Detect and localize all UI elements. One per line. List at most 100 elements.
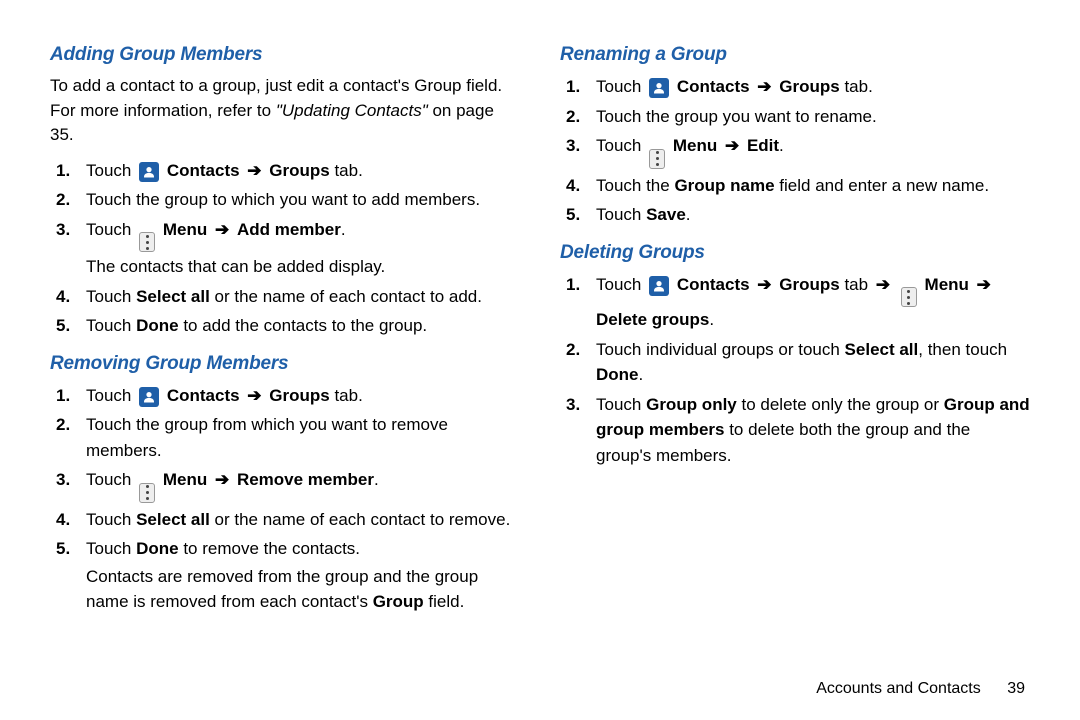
label-groups: Groups	[269, 386, 329, 405]
right-column: Renaming a Group Touch Contacts ➔ Groups…	[560, 40, 1030, 700]
text: Touch	[86, 316, 136, 335]
step: Touch Select all or the name of each con…	[50, 507, 520, 533]
label-menu: Menu	[163, 470, 207, 489]
label-menu: Menu	[673, 136, 717, 155]
text: Touch	[596, 205, 646, 224]
text: Touch	[86, 220, 136, 239]
text: Touch	[596, 77, 646, 96]
steps-adding: Touch Contacts ➔ Groups tab. Touch the g…	[50, 158, 520, 339]
text: Touch	[596, 395, 646, 414]
label-menu: Menu	[925, 275, 969, 294]
text: tab.	[330, 161, 363, 180]
label-contacts: Contacts	[677, 77, 750, 96]
intro-ref: "Updating Contacts"	[276, 101, 428, 120]
steps-removing: Touch Contacts ➔ Groups tab. Touch the g…	[50, 383, 520, 615]
arrow-icon: ➔	[754, 275, 774, 294]
step: Touch Contacts ➔ Groups tab ➔ Menu ➔ Del…	[560, 272, 1030, 333]
label-done: Done	[136, 539, 179, 558]
arrow-icon: ➔	[212, 470, 232, 489]
label-groups: Groups	[779, 77, 839, 96]
page-number: 39	[1007, 680, 1025, 698]
text: Touch	[86, 510, 136, 529]
contacts-icon	[139, 162, 159, 182]
substep: Contacts are removed from the group and …	[86, 564, 520, 615]
arrow-icon: ➔	[974, 275, 994, 294]
step: Touch Done to add the contacts to the gr…	[50, 313, 520, 339]
text: Touch	[86, 539, 136, 558]
step: Touch Menu ➔ Remove member.	[50, 467, 520, 503]
arrow-icon: ➔	[244, 161, 264, 180]
menu-icon	[649, 149, 665, 169]
step: Touch Done to remove the contacts. Conta…	[50, 536, 520, 615]
label-done: Done	[136, 316, 179, 335]
text: to delete only the group or	[737, 395, 944, 414]
text: .	[639, 365, 644, 384]
label-groups: Groups	[779, 275, 839, 294]
contacts-icon	[139, 387, 159, 407]
label-remove-member: Remove member	[237, 470, 374, 489]
step: Touch the group you want to rename.	[560, 104, 1030, 130]
menu-icon	[901, 287, 917, 307]
step: Touch individual groups or touch Select …	[560, 337, 1030, 388]
label-contacts: Contacts	[167, 161, 240, 180]
text: tab.	[840, 77, 873, 96]
arrow-icon: ➔	[754, 77, 774, 96]
intro-adding: To add a contact to a group, just edit a…	[50, 74, 520, 148]
step: Touch Save.	[560, 202, 1030, 228]
steps-renaming: Touch Contacts ➔ Groups tab. Touch the g…	[560, 74, 1030, 228]
text: tab.	[330, 386, 363, 405]
substep: The contacts that can be added display.	[86, 254, 520, 280]
step: Touch Contacts ➔ Groups tab.	[50, 383, 520, 409]
step: Touch the group to which you want to add…	[50, 187, 520, 213]
text: Touch	[596, 136, 646, 155]
page-footer: Accounts and Contacts 39	[816, 680, 1025, 698]
arrow-icon: ➔	[212, 220, 232, 239]
steps-deleting: Touch Contacts ➔ Groups tab ➔ Menu ➔ Del…	[560, 272, 1030, 469]
text: Touch	[86, 161, 136, 180]
text: field.	[424, 592, 465, 611]
label-group-only: Group only	[646, 395, 737, 414]
text: , then touch	[918, 340, 1007, 359]
label-save: Save	[646, 205, 686, 224]
label-select-all: Select all	[136, 510, 210, 529]
menu-icon	[139, 483, 155, 503]
text: or the name of each contact to remove.	[210, 510, 511, 529]
manual-page: Adding Group Members To add a contact to…	[0, 0, 1080, 720]
arrow-icon: ➔	[873, 275, 893, 294]
step: Touch Group only to delete only the grou…	[560, 392, 1030, 469]
step: Touch Menu ➔ Add member. The contacts th…	[50, 217, 520, 280]
step: Touch the Group name field and enter a n…	[560, 173, 1030, 199]
left-column: Adding Group Members To add a contact to…	[50, 40, 520, 700]
text: .	[686, 205, 691, 224]
menu-icon	[139, 232, 155, 252]
text: Touch	[86, 287, 136, 306]
step: Touch the group from which you want to r…	[50, 412, 520, 463]
text: Touch	[596, 275, 646, 294]
footer-section: Accounts and Contacts	[816, 680, 981, 697]
text: Touch	[86, 470, 136, 489]
step: Touch Select all or the name of each con…	[50, 284, 520, 310]
heading-removing-group-members: Removing Group Members	[50, 353, 520, 375]
label-groups: Groups	[269, 161, 329, 180]
step: Touch Contacts ➔ Groups tab.	[560, 74, 1030, 100]
step: Touch Contacts ➔ Groups tab.	[50, 158, 520, 184]
label-select-all: Select all	[136, 287, 210, 306]
step: Touch Menu ➔ Edit.	[560, 133, 1030, 169]
text: tab	[840, 275, 873, 294]
label-add-member: Add member	[237, 220, 341, 239]
text: or the name of each contact to add.	[210, 287, 482, 306]
label-done: Done	[596, 365, 639, 384]
label-contacts: Contacts	[677, 275, 750, 294]
text: Touch the	[596, 176, 674, 195]
arrow-icon: ➔	[244, 386, 264, 405]
label-group: Group	[373, 592, 424, 611]
text: Touch individual groups or touch	[596, 340, 845, 359]
heading-adding-group-members: Adding Group Members	[50, 44, 520, 66]
text: to remove the contacts.	[179, 539, 360, 558]
label-contacts: Contacts	[167, 386, 240, 405]
arrow-icon: ➔	[722, 136, 742, 155]
heading-renaming-a-group: Renaming a Group	[560, 44, 1030, 66]
label-group-name: Group name	[674, 176, 774, 195]
text: field and enter a new name.	[775, 176, 990, 195]
label-delete-groups: Delete groups	[596, 310, 709, 329]
